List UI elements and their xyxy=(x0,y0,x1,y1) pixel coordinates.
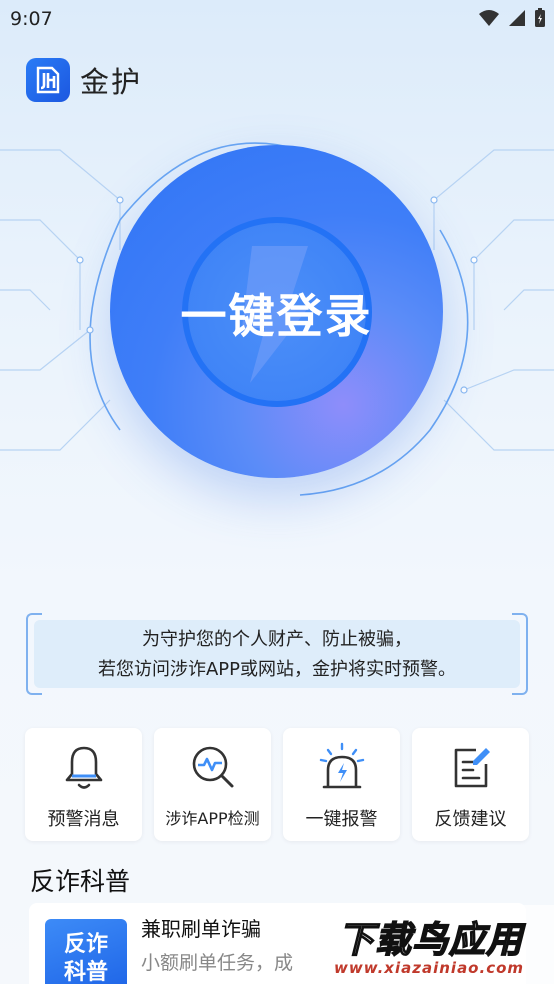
jh-logo-icon xyxy=(36,66,60,94)
status-icons xyxy=(478,8,546,28)
feedback-edit-icon xyxy=(454,748,490,788)
status-bar: 9:07 xyxy=(0,0,554,38)
article-thumbnail: 反诈 科普 xyxy=(45,919,127,984)
watermark-url: www.xiazainiao.com xyxy=(334,959,525,977)
notice-line-1: 为守护您的个人财产、防止被骗， xyxy=(142,629,412,650)
app-logo xyxy=(26,58,70,102)
thumb-line-1: 反诈 xyxy=(63,932,108,957)
scan-magnifier-icon xyxy=(192,746,233,788)
status-time: 9:07 xyxy=(10,8,53,30)
feature-fraud-app-detection[interactable]: 涉诈APP检测 xyxy=(154,728,271,841)
battery-icon xyxy=(535,8,545,27)
one-tap-login-label[interactable]: 一键登录 xyxy=(110,280,443,346)
cell-signal-icon xyxy=(509,10,525,26)
notice-line-2: 若您访问涉诈APP或网站，金护将实时预警。 xyxy=(97,659,457,680)
feature-label: 一键报警 xyxy=(305,809,378,830)
watermark: 下载鸟应用 www.xiazainiao.com xyxy=(330,905,554,984)
feature-label: 反馈建议 xyxy=(434,809,507,830)
article-description: 小额刷单任务，成 xyxy=(141,952,294,974)
feature-label: 涉诈APP检测 xyxy=(165,809,260,828)
feature-feedback[interactable]: 反馈建议 xyxy=(412,728,529,841)
feature-warning-messages[interactable]: 预警消息 xyxy=(25,728,142,841)
feature-one-tap-alarm[interactable]: 一键报警 xyxy=(283,728,400,841)
section-title: 反诈科普 xyxy=(30,867,131,896)
app-name: 金护 xyxy=(80,65,143,99)
bell-icon xyxy=(65,746,102,789)
thumb-line-2: 科普 xyxy=(63,960,108,984)
wifi-icon xyxy=(479,10,499,26)
warning-notice: 为守护您的个人财产、防止被骗， 若您访问涉诈APP或网站，金护将实时预警。 xyxy=(34,620,520,688)
alarm-siren-icon xyxy=(319,742,364,789)
app-header: 金护 xyxy=(26,58,142,102)
watermark-main: 下载鸟应用 xyxy=(337,919,524,962)
feature-label: 预警消息 xyxy=(47,809,120,830)
feature-grid: 预警消息 涉诈APP检测 一键报警 反馈建议 xyxy=(25,728,529,841)
article-title: 兼职刷单诈骗 xyxy=(141,917,261,941)
